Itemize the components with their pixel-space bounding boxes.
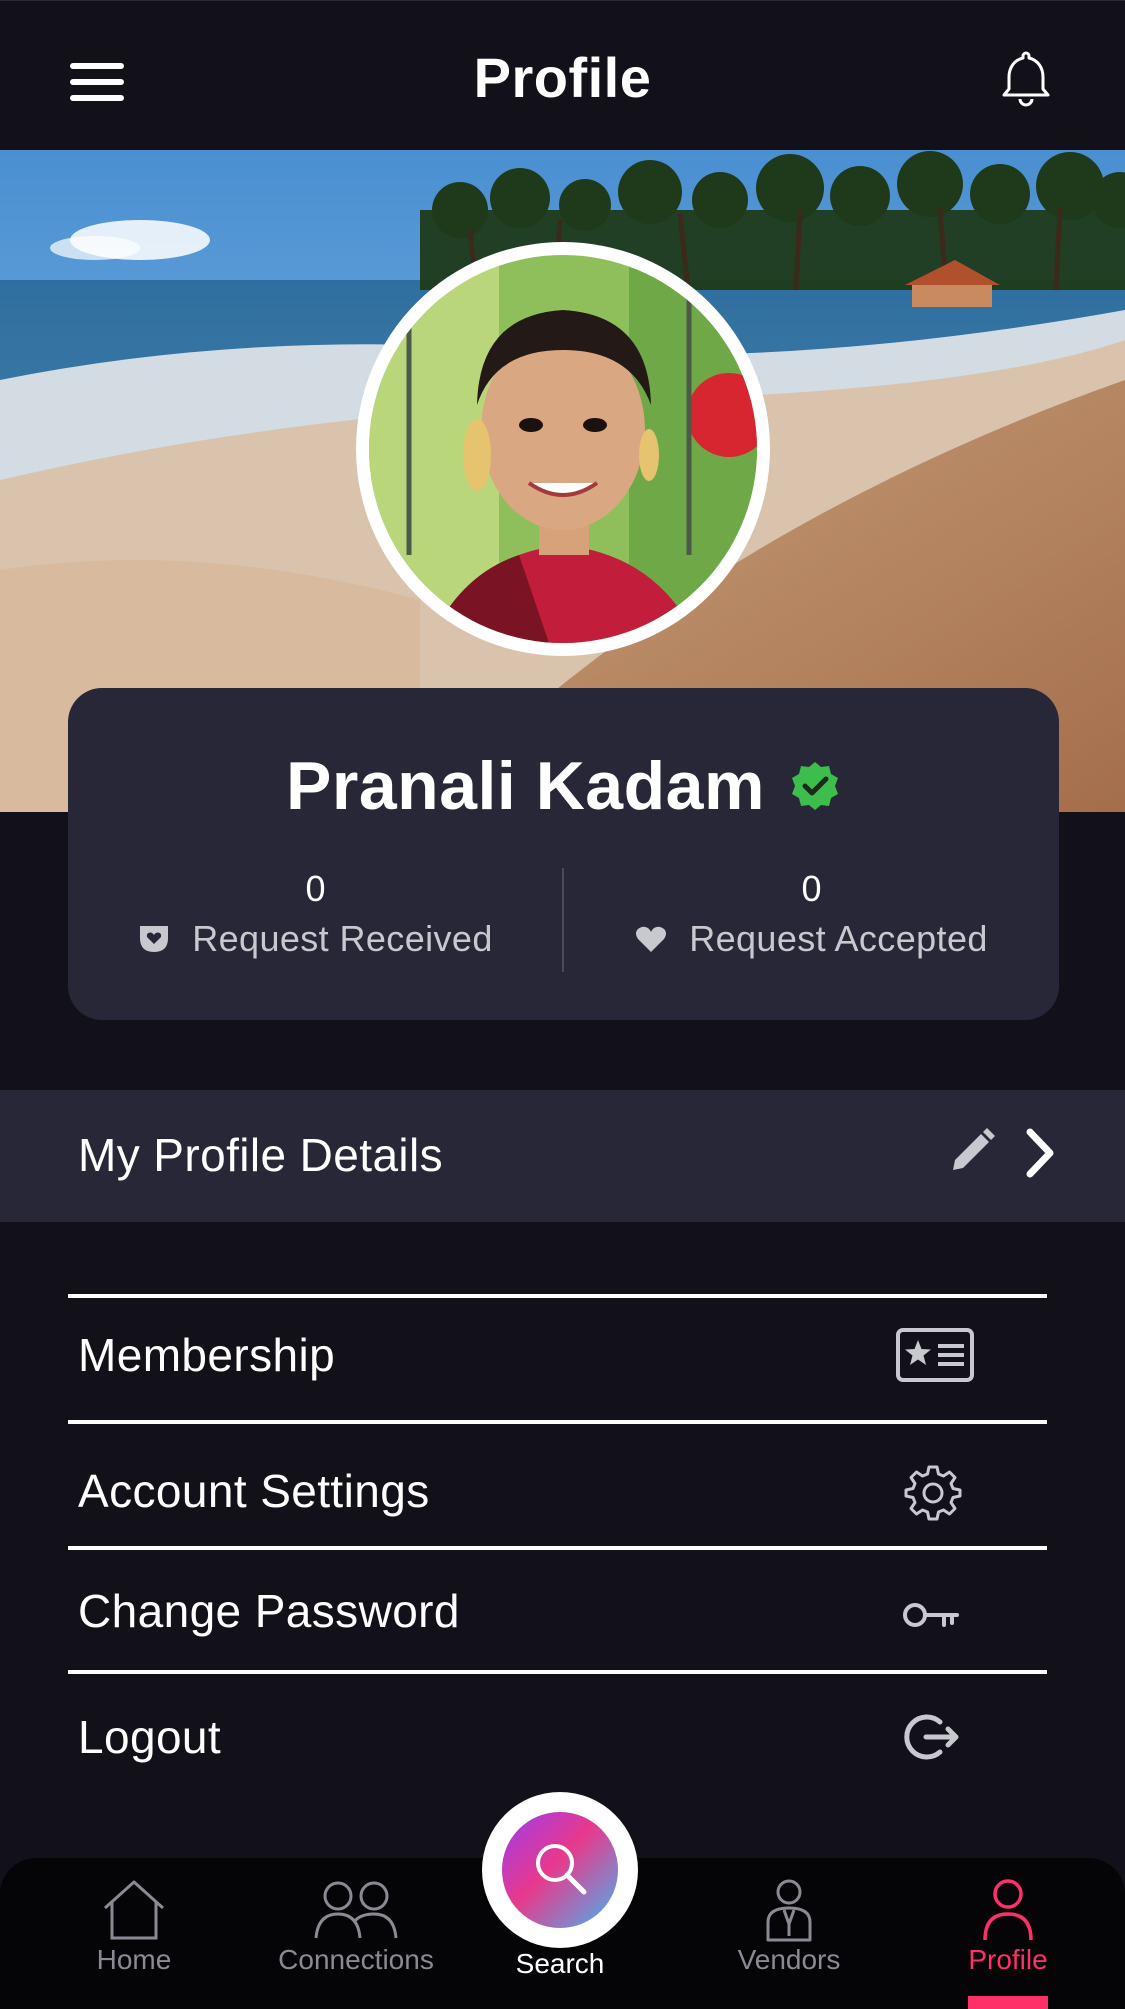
menu-item-change-password[interactable]: Change Password xyxy=(68,1550,1047,1670)
search-icon xyxy=(536,1844,587,1895)
nav-connections-label: Connections xyxy=(278,1944,434,1975)
bell-icon[interactable] xyxy=(996,47,1056,107)
my-profile-details-row[interactable]: My Profile Details xyxy=(0,1090,1125,1222)
request-accepted-label: Request Accepted xyxy=(689,918,988,959)
nav-home-label: Home xyxy=(96,1944,172,1975)
request-received-label: Request Received xyxy=(192,918,493,959)
verified-badge-icon xyxy=(791,762,838,810)
profile-summary-card: Pranali Kadam 0 Request Received 0 Reque… xyxy=(68,688,1059,1020)
page-title: Profile xyxy=(473,46,652,109)
nav-home[interactable]: Home xyxy=(34,1878,234,1998)
request-accepted-stat[interactable]: 0 Request Accepted xyxy=(564,868,1059,960)
nav-profile[interactable]: Profile xyxy=(908,1878,1108,1998)
chevron-right-icon[interactable] xyxy=(1022,1126,1058,1180)
menu-item-label: Membership xyxy=(78,1329,336,1381)
menu-item-label: Account Settings xyxy=(78,1465,430,1517)
pencil-edit-icon[interactable] xyxy=(945,1126,997,1178)
my-profile-details-label: My Profile Details xyxy=(78,1129,444,1181)
app-header: Profile xyxy=(0,0,1125,150)
nav-profile-label: Profile xyxy=(968,1944,1048,1975)
profile-name: Pranali Kadam xyxy=(286,748,765,824)
active-tab-indicator xyxy=(968,1996,1048,2009)
search-button-gradient xyxy=(502,1812,618,1928)
vendor-icon xyxy=(766,1879,812,1942)
menu-item-membership[interactable]: Membership xyxy=(68,1298,1047,1420)
request-received-count: 0 xyxy=(305,868,326,909)
person-icon xyxy=(983,1879,1033,1941)
avatar[interactable] xyxy=(369,255,757,643)
name-row: Pranali Kadam xyxy=(68,746,1059,826)
membership-card-icon xyxy=(896,1328,974,1382)
nav-vendors[interactable]: Vendors xyxy=(689,1878,889,1998)
menu-item-label: Logout xyxy=(78,1711,222,1763)
heart-icon xyxy=(636,926,667,952)
nav-connections[interactable]: Connections xyxy=(256,1878,456,1998)
home-icon xyxy=(103,1880,165,1940)
logout-icon xyxy=(904,1714,959,1760)
people-icon xyxy=(314,1881,398,1939)
nav-search-label: Search xyxy=(515,1948,605,1979)
menu-item-logout[interactable]: Logout xyxy=(68,1674,1047,1784)
key-icon xyxy=(903,1603,959,1627)
menu-item-label: Change Password xyxy=(78,1585,460,1637)
nav-vendors-label: Vendors xyxy=(737,1944,841,1975)
gear-icon xyxy=(904,1465,962,1521)
request-received-stat[interactable]: 0 Request Received xyxy=(68,868,563,960)
search-button[interactable] xyxy=(482,1792,638,1948)
menu-item-account-settings[interactable]: Account Settings xyxy=(68,1424,1047,1546)
heart-pocket-icon xyxy=(140,926,169,952)
request-accepted-count: 0 xyxy=(801,868,822,909)
